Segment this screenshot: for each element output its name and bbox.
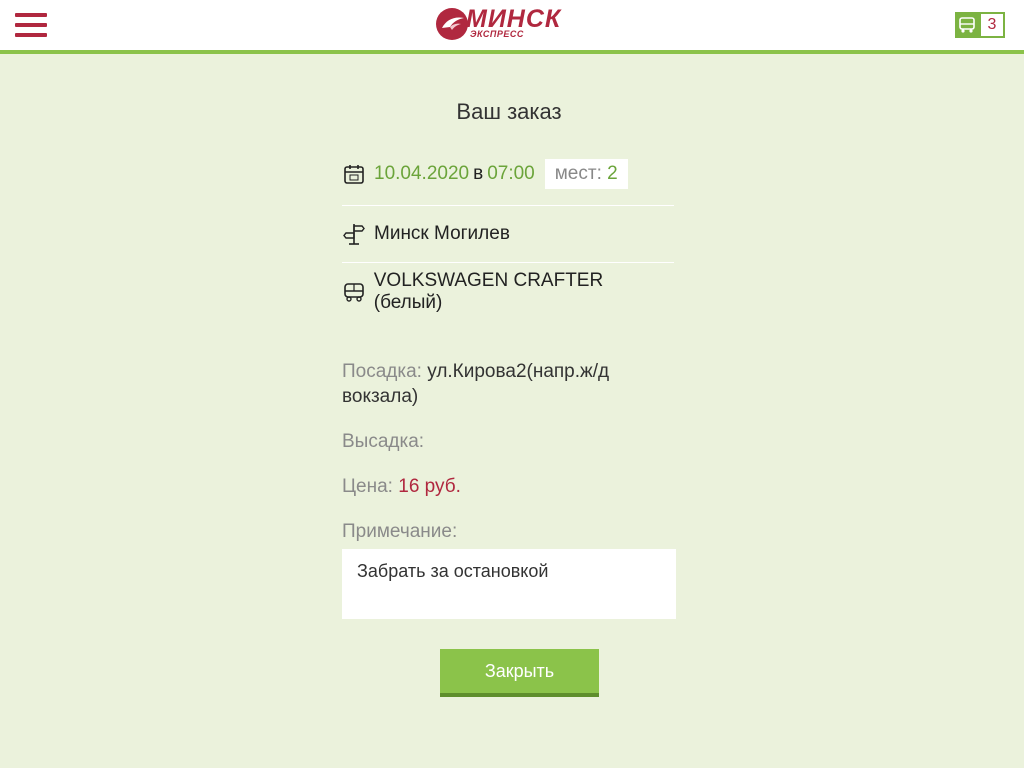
cart-count-badge: 3: [979, 12, 1005, 38]
bus-icon: [342, 280, 366, 304]
vehicle-row: VOLKSWAGEN CRAFTER (белый): [342, 270, 674, 313]
bus-icon: [955, 12, 979, 38]
order-time: 07:00: [487, 163, 535, 184]
divider: [342, 262, 674, 263]
date-row: 10.04.2020 в 07:00 мест: 2: [342, 158, 674, 190]
seats-badge: мест: 2: [544, 159, 628, 189]
at-label: в: [473, 163, 484, 184]
close-button[interactable]: Закрыть: [440, 649, 599, 697]
calendar-icon: [342, 162, 366, 186]
boarding-label: Посадка:: [342, 361, 422, 382]
price-info: Цена: 16 руб.: [342, 474, 642, 499]
hamburger-menu-icon[interactable]: [15, 12, 47, 38]
route-text: Минск Могилев: [374, 223, 510, 244]
cart-button[interactable]: 3: [955, 12, 1005, 38]
page-title: Ваш заказ: [456, 99, 562, 124]
header: МИНСК ЭКСПРЕСС 3: [0, 0, 1024, 54]
price-value: 16 руб.: [398, 476, 461, 497]
price-label: Цена:: [342, 476, 393, 497]
divider: [342, 205, 674, 206]
boarding-info: Посадка: ул.Кирова2(напр.ж/д вокзала): [342, 359, 642, 409]
note-info: Примечание:: [342, 519, 642, 544]
route-row: Минск Могилев: [342, 218, 674, 250]
logo-emblem-icon: [436, 8, 468, 40]
dropoff-info: Высадка:: [342, 429, 642, 454]
logo-subtitle: ЭКСПРЕСС: [470, 29, 524, 39]
seats-value: 2: [607, 163, 618, 184]
logo[interactable]: МИНСК ЭКСПРЕСС: [436, 5, 568, 44]
order-date: 10.04.2020: [374, 163, 470, 184]
note-field[interactable]: Забрать за остановкой: [342, 549, 676, 619]
note-label: Примечание:: [342, 521, 458, 542]
signpost-icon: [342, 222, 366, 246]
dropoff-label: Высадка:: [342, 431, 425, 452]
vehicle-text: VOLKSWAGEN CRAFTER (белый): [373, 270, 604, 313]
seats-label: мест:: [554, 163, 602, 184]
